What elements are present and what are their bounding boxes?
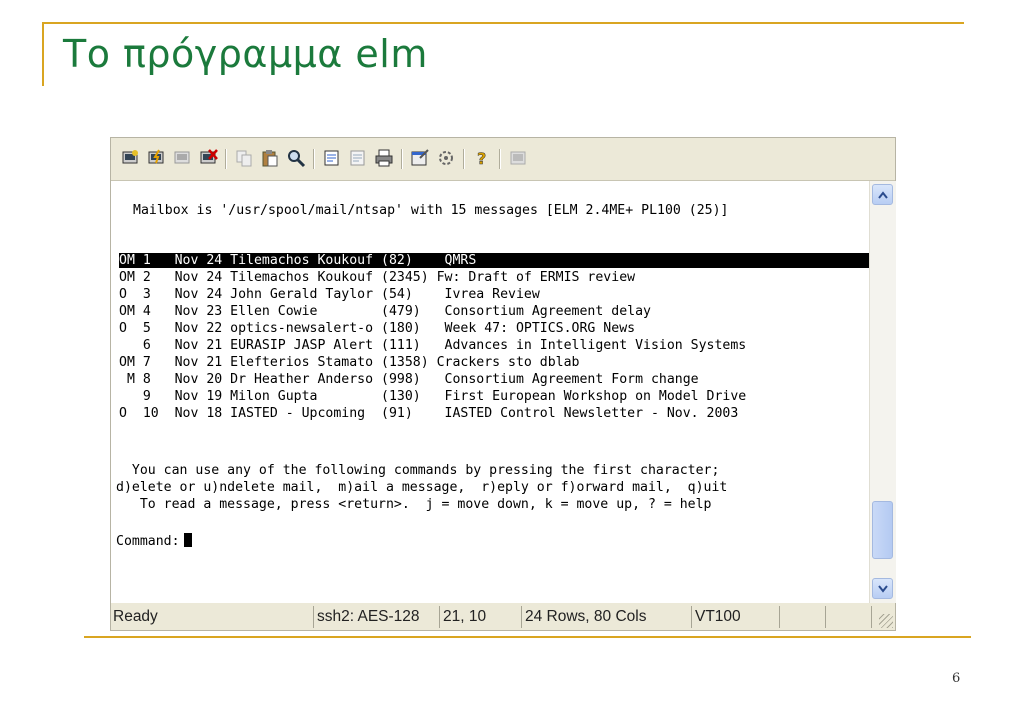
copy-icon[interactable]	[233, 147, 255, 169]
status-cursor-position: 21, 10	[439, 606, 519, 628]
title-side-rule	[42, 22, 44, 86]
paste-icon[interactable]	[259, 147, 281, 169]
global-options-icon[interactable]	[435, 147, 457, 169]
command-label: Command:	[116, 534, 180, 549]
terminal-screen[interactable]: Mailbox is '/usr/spool/mail/ntsap' with …	[111, 181, 869, 603]
command-prompt[interactable]: Command:	[116, 533, 192, 549]
table-row[interactable]: O 5 Nov 22 optics-newsalert-o (180) Week…	[119, 321, 869, 336]
help-line: d)elete or u)ndelete mail, m)ail a messa…	[116, 480, 728, 495]
table-row[interactable]: OM 7 Nov 21 Elefterios Stamato (1358) Cr…	[119, 355, 869, 370]
toolbar-separator	[499, 149, 500, 169]
find-icon[interactable]	[285, 147, 307, 169]
print-selection-icon[interactable]	[347, 147, 369, 169]
status-terminal-type: VT100	[691, 606, 777, 628]
status-bar: Ready ssh2: AES-128 21, 10 24 Rows, 80 C…	[111, 604, 895, 630]
help-icon[interactable]: ?	[471, 147, 493, 169]
title-rule	[42, 22, 964, 24]
status-ready: Ready	[113, 608, 158, 625]
chevron-down-icon	[877, 584, 888, 593]
new-connection-icon[interactable]	[119, 147, 141, 169]
disconnect-icon[interactable]	[197, 147, 219, 169]
status-size: 24 Rows, 80 Cols	[521, 606, 687, 628]
toolbar-separator	[463, 149, 464, 169]
keymap-icon[interactable]	[507, 147, 529, 169]
table-row[interactable]: OM 2 Nov 24 Tilemachos Koukouf (2345) Fw…	[119, 270, 869, 285]
status-encryption: ssh2: AES-128	[313, 606, 439, 628]
table-row[interactable]: OM 4 Nov 23 Ellen Cowie (479) Consortium…	[119, 304, 869, 319]
toolbar-separator	[313, 149, 314, 169]
page-number: 6	[952, 671, 961, 686]
text-cursor	[183, 533, 192, 547]
toolbar-separator	[225, 149, 226, 169]
resize-grip[interactable]	[879, 614, 893, 628]
table-row[interactable]: O 10 Nov 18 IASTED - Upcoming (91) IASTE…	[119, 406, 869, 421]
table-row[interactable]: O 3 Nov 24 John Gerald Taylor (54) Ivrea…	[119, 287, 869, 302]
svg-text:?: ?	[477, 149, 486, 168]
scroll-down-button[interactable]	[872, 578, 893, 599]
status-empty-1	[779, 606, 823, 628]
table-row[interactable]: M 8 Nov 20 Dr Heather Anderso (998) Cons…	[119, 372, 869, 387]
print-icon[interactable]	[373, 147, 395, 169]
scroll-up-button[interactable]	[872, 184, 893, 205]
help-line: To read a message, press <return>. j = m…	[116, 497, 712, 512]
table-row[interactable]: OM 1 Nov 24 Tilemachos Koukouf (82) QMRS	[119, 253, 869, 268]
footer-rule	[84, 636, 971, 638]
print-setup-icon[interactable]	[321, 147, 343, 169]
chevron-up-icon	[877, 190, 888, 199]
mailbox-header: Mailbox is '/usr/spool/mail/ntsap' with …	[133, 203, 729, 218]
ssh-terminal-window: ? Mailbox is '/usr/spool/mail/ntsap' wit…	[110, 137, 896, 631]
toolbar: ?	[111, 138, 895, 181]
help-line: You can use any of the following command…	[116, 463, 720, 478]
slide-title: Το πρόγραμμα elm	[63, 32, 428, 76]
reconnect-icon[interactable]	[171, 147, 193, 169]
scroll-thumb[interactable]	[872, 501, 893, 559]
vertical-scrollbar[interactable]	[869, 181, 896, 603]
session-options-icon[interactable]	[409, 147, 431, 169]
quick-connect-icon[interactable]	[145, 147, 167, 169]
table-row[interactable]: 6 Nov 21 EURASIP JASP Alert (111) Advanc…	[119, 338, 869, 353]
toolbar-separator	[401, 149, 402, 169]
status-empty-2	[825, 606, 869, 628]
table-row[interactable]: 9 Nov 19 Milon Gupta (130) First Europea…	[119, 389, 869, 404]
